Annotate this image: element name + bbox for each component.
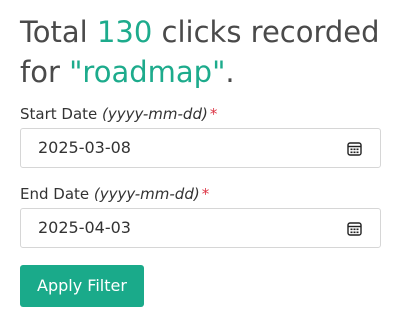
headline-suffix: .: [225, 55, 235, 89]
start-date-required-mark: *: [209, 105, 218, 123]
end-date-label-text: End Date: [20, 185, 90, 203]
click-count: 130: [96, 15, 153, 49]
end-date-format-hint: (yyyy-mm-dd): [93, 185, 200, 203]
end-date-value: 2025-04-03: [38, 218, 131, 237]
search-term: "roadmap": [69, 55, 226, 89]
page-title: Total 130 clicks recorded for "roadmap".: [20, 12, 390, 92]
calendar-icon[interactable]: [347, 221, 362, 236]
start-date-value: 2025-03-08: [38, 138, 131, 157]
apply-filter-button[interactable]: Apply Filter: [20, 265, 144, 307]
start-date-format-hint: (yyyy-mm-dd): [102, 105, 208, 123]
end-date-required-mark: *: [201, 185, 210, 203]
end-date-input[interactable]: 2025-04-03: [20, 208, 381, 248]
end-date-label: End Date (yyyy-mm-dd) *: [20, 184, 209, 204]
start-date-label-text: Start Date: [20, 105, 98, 123]
calendar-icon[interactable]: [347, 141, 362, 156]
start-date-label: Start Date (yyyy-mm-dd) *: [20, 104, 217, 124]
headline-prefix: Total: [20, 15, 97, 49]
start-date-input[interactable]: 2025-03-08: [20, 128, 381, 168]
